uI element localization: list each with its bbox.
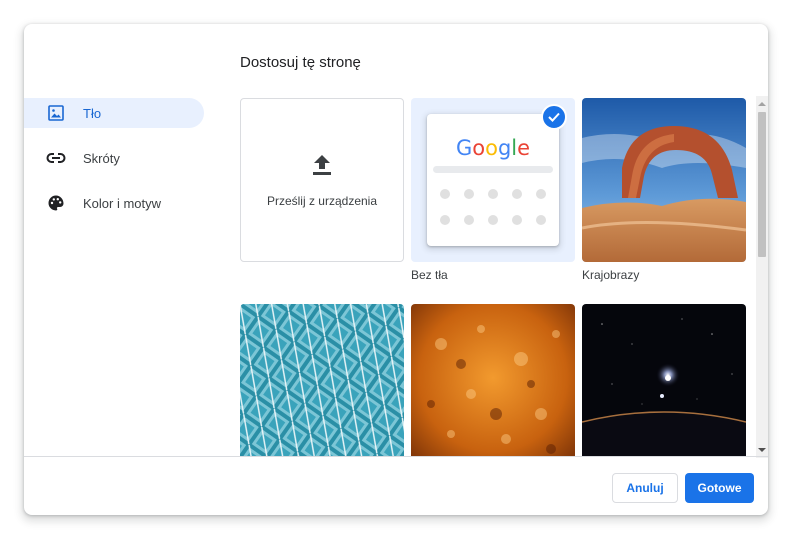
upload-from-device-tile[interactable]: Prześlij z urządzenia [240, 98, 404, 262]
sidebar-item-label: Tło [83, 105, 102, 121]
selected-check-icon [541, 104, 567, 130]
scroll-thumb[interactable] [758, 112, 766, 257]
cancel-button[interactable]: Anuluj [612, 473, 678, 503]
background-texture-tile[interactable] [411, 304, 575, 456]
landscape-arch-image [582, 98, 746, 262]
shortcut-dots [440, 189, 546, 225]
sidebar-item-background[interactable]: Tło [24, 98, 204, 128]
background-architecture-tile[interactable] [240, 304, 404, 456]
upload-icon [311, 153, 333, 182]
scroll-up-arrow-icon[interactable] [756, 98, 768, 110]
google-logo: Google [455, 136, 531, 160]
sidebar-item-shortcuts[interactable]: Skróty [24, 143, 204, 173]
landscapes-tile[interactable] [582, 98, 746, 262]
link-icon [46, 148, 66, 168]
architecture-image [240, 304, 404, 456]
google-preview-card: Google [427, 114, 559, 246]
wallpaper-icon [46, 103, 66, 123]
done-button[interactable]: Gotowe [685, 473, 754, 503]
sidebar-item-label: Kolor i motyw [83, 195, 162, 211]
scroll-down-arrow-icon[interactable] [756, 444, 768, 456]
no-background-label: Bez tła [411, 268, 448, 282]
background-space-tile[interactable] [582, 304, 746, 456]
sidebar: Tło Skróty Kolor i motyw [24, 98, 204, 233]
sidebar-item-label: Skróty [83, 150, 120, 166]
landscapes-label: Krajobrazy [582, 268, 640, 282]
orange-texture-image [411, 304, 575, 456]
no-background-tile[interactable]: Google [411, 98, 575, 262]
space-image [582, 304, 746, 456]
background-grid: Prześlij z urządzenia Google Bez tła Kra… [240, 98, 756, 456]
content-scrollbar[interactable] [756, 96, 768, 458]
search-box-placeholder [433, 166, 553, 173]
dialog-footer: Anuluj Gotowe [24, 456, 768, 515]
dialog-title: Dostosuj tę stronę [240, 54, 361, 71]
upload-label: Prześlij z urządzenia [266, 193, 378, 208]
sidebar-item-color-theme[interactable]: Kolor i motyw [24, 188, 204, 218]
customize-dialog: Dostosuj tę stronę Tło Skróty Kolor i mo… [24, 24, 768, 515]
palette-icon [46, 193, 66, 213]
